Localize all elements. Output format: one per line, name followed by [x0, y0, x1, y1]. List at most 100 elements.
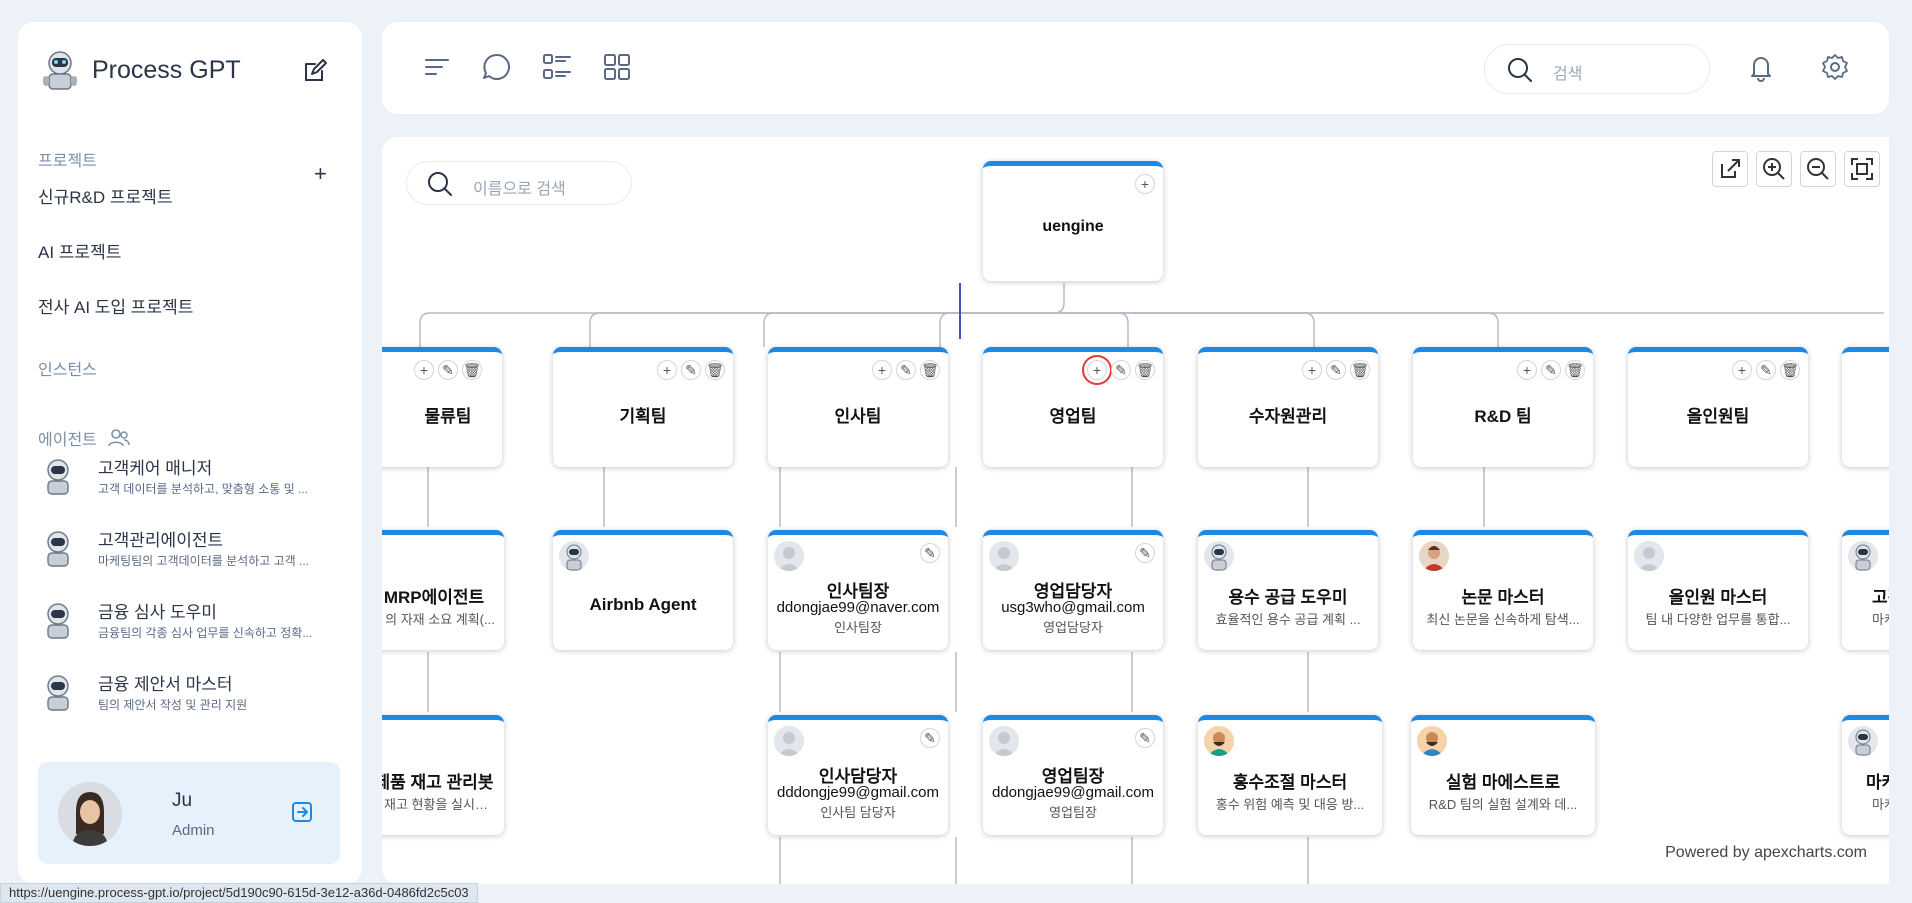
- edit-node-button[interactable]: ✎: [920, 543, 940, 563]
- add-node-button[interactable]: +: [414, 360, 434, 380]
- org-node-team[interactable]: + ✎ 🗑 수자원관리: [1198, 347, 1378, 467]
- edit-node-button[interactable]: ✎: [1326, 360, 1346, 380]
- layout-grid-icon[interactable]: [600, 50, 634, 84]
- new-chat-edit-icon[interactable]: [300, 56, 330, 86]
- edit-node-button[interactable]: ✎: [1541, 360, 1561, 380]
- edit-node-button[interactable]: ✎: [438, 360, 458, 380]
- agent-name: 고객관리에이전트: [98, 531, 224, 550]
- org-node-member[interactable]: MRP에이전트 의 자재 소요 계획(...: [382, 530, 504, 650]
- node-desc: 마케팅: [1872, 797, 1889, 812]
- org-node-team[interactable]: + ✎ 🗑 올인원팀: [1628, 347, 1808, 467]
- robot-avatar-icon: [559, 541, 589, 571]
- node-title: 인사팀: [834, 407, 882, 426]
- node-role: 인사팀 담당자: [820, 805, 896, 820]
- agent-item[interactable]: 고객케어 매니저 고객 데이터를 분석하고, 맞춤형 소통 및 ...: [38, 454, 338, 514]
- org-node-member[interactable]: 올인원 마스터 팀 내 다양한 업무를 통합...: [1628, 530, 1808, 650]
- org-node-member[interactable]: ✎ 인사팀장 ddongjae99@naver.com 인사팀장: [768, 530, 948, 650]
- delete-node-button[interactable]: 🗑: [1565, 360, 1585, 380]
- project-item[interactable]: 전사 AI 도입 프로젝트: [38, 293, 193, 318]
- bell-icon[interactable]: [1744, 50, 1778, 84]
- edit-node-button[interactable]: ✎: [1111, 360, 1131, 380]
- org-node-team[interactable]: [1842, 347, 1889, 467]
- edit-node-button[interactable]: ✎: [896, 360, 916, 380]
- menu-lines-icon[interactable]: [420, 50, 454, 84]
- node-title: 실험 마에스트로: [1445, 773, 1561, 792]
- agent-desc: 마케팅팀의 고객데이터를 분석하고 고객 ...: [98, 554, 310, 568]
- org-node-team[interactable]: + ✎ 🗑 인사팀: [768, 347, 948, 467]
- org-node-member[interactable]: 제품 재고 관리봇 재고 현황을 실시간으...: [382, 715, 504, 835]
- org-node-member[interactable]: 실험 마에스트로 R&D 팀의 실험 설계와 데...: [1411, 715, 1595, 835]
- chat-icon[interactable]: [480, 50, 514, 84]
- node-title: R&D 팀: [1474, 407, 1532, 426]
- logout-icon[interactable]: [290, 800, 314, 824]
- node-desc: 최신 논문을 신속하게 탐색...: [1426, 612, 1580, 627]
- delete-node-button[interactable]: 🗑: [1135, 360, 1155, 380]
- add-node-button[interactable]: +: [872, 360, 892, 380]
- name-search-input[interactable]: 이름으로 검색: [406, 161, 632, 205]
- org-node-team[interactable]: + ✎ 🗑 기획팀: [553, 347, 733, 467]
- org-node-team[interactable]: + ✎ 🗑 영업팀: [983, 347, 1163, 467]
- node-title: 수자원관리: [1248, 407, 1328, 426]
- agent-item[interactable]: 금융 심사 도우미 금융팀의 각종 심사 업무를 신속하고 정확...: [38, 598, 338, 658]
- list-details-icon[interactable]: [540, 50, 574, 84]
- org-node-member[interactable]: Airbnb Agent: [553, 530, 733, 650]
- add-node-button[interactable]: +: [1135, 174, 1155, 194]
- edit-node-button[interactable]: ✎: [681, 360, 701, 380]
- agent-item[interactable]: 금융 제안서 마스터 팀의 제안서 작성 및 관리 지원: [38, 670, 338, 730]
- agents-header[interactable]: 에이전트: [38, 426, 131, 450]
- search-placeholder: 검색: [1553, 66, 1583, 83]
- org-chart-panel[interactable]: 이름으로 검색 + uengine + ✎ 🗑 물류팀 + ✎ 🗑 기획팀 + …: [382, 137, 1889, 884]
- org-node-member[interactable]: ✎ 영업담당자 usg3who@gmail.com 영업담당자: [983, 530, 1163, 650]
- export-button[interactable]: [1712, 151, 1748, 187]
- org-node-member[interactable]: 홍수조절 마스터 홍수 위험 예측 및 대응 방...: [1198, 715, 1382, 835]
- powered-by-link[interactable]: Powered by apexcharts.com: [1665, 844, 1867, 862]
- user-card[interactable]: Ju Admin: [38, 762, 340, 864]
- node-title: 물류팀: [424, 407, 472, 426]
- edit-node-button[interactable]: ✎: [1756, 360, 1776, 380]
- agent-item[interactable]: 고객관리에이전트 마케팅팀의 고객데이터를 분석하고 고객 ...: [38, 526, 338, 586]
- edit-node-button[interactable]: ✎: [920, 728, 940, 748]
- agent-name: 금융 제안서 마스터: [98, 675, 233, 694]
- add-node-button[interactable]: +: [1302, 360, 1322, 380]
- add-node-button[interactable]: +: [1732, 360, 1752, 380]
- org-node-member[interactable]: ✎ 영업팀장 ddongjae99@gmail.com 영업팀장: [983, 715, 1163, 835]
- node-title: 논문 마스터: [1461, 588, 1545, 607]
- project-item[interactable]: AI 프로젝트: [38, 238, 121, 263]
- zoom-out-button[interactable]: [1800, 151, 1836, 187]
- instances-label[interactable]: 인스턴스: [38, 356, 97, 380]
- node-title: 올인원 마스터: [1668, 588, 1768, 607]
- org-node-member[interactable]: ✎ 인사담당자 dddongje99@gmail.com 인사팀 담당자: [768, 715, 948, 835]
- org-node-team[interactable]: + ✎ 🗑 물류팀: [382, 347, 502, 467]
- org-node-root[interactable]: + uengine: [983, 161, 1163, 281]
- delete-node-button[interactable]: 🗑: [1780, 360, 1800, 380]
- node-desc: 홍수 위험 예측 및 대응 방...: [1215, 797, 1365, 812]
- edit-node-button[interactable]: ✎: [1135, 543, 1155, 563]
- sidebar-scrollbar[interactable]: [361, 167, 362, 757]
- user-avatar-icon: [774, 726, 804, 756]
- fit-screen-button[interactable]: [1844, 151, 1880, 187]
- delete-node-button[interactable]: 🗑: [920, 360, 940, 380]
- org-node-team[interactable]: + ✎ 🗑 R&D 팀: [1413, 347, 1593, 467]
- delete-node-button[interactable]: 🗑: [462, 360, 482, 380]
- global-search-input[interactable]: 검색: [1484, 44, 1710, 94]
- node-title: Airbnb Agent: [589, 595, 697, 614]
- node-title: 제품 재고 관리봇: [382, 773, 494, 792]
- delete-node-button[interactable]: 🗑: [705, 360, 725, 380]
- org-node-member[interactable]: 고객 마케팅: [1842, 530, 1889, 650]
- edit-node-button[interactable]: ✎: [1135, 728, 1155, 748]
- node-desc: 효율적인 용수 공급 계획 ...: [1215, 612, 1361, 627]
- project-item[interactable]: 신규R&D 프로젝트: [38, 183, 172, 208]
- zoom-in-button[interactable]: [1756, 151, 1792, 187]
- add-node-button[interactable]: +: [1082, 355, 1112, 385]
- delete-node-button[interactable]: 🗑: [1350, 360, 1370, 380]
- settings-gear-icon[interactable]: [1818, 50, 1852, 84]
- org-node-member[interactable]: 마케팅 마케팅: [1842, 715, 1889, 835]
- search-icon: [428, 172, 452, 196]
- brand[interactable]: Process GPT: [38, 48, 241, 92]
- zoom-out-icon: [1807, 158, 1829, 180]
- org-node-member[interactable]: 용수 공급 도우미 효율적인 용수 공급 계획 ...: [1198, 530, 1378, 650]
- add-node-button[interactable]: +: [657, 360, 677, 380]
- org-node-member[interactable]: 논문 마스터 최신 논문을 신속하게 탐색...: [1413, 530, 1593, 650]
- add-project-button[interactable]: +: [314, 163, 327, 185]
- add-node-button[interactable]: +: [1517, 360, 1537, 380]
